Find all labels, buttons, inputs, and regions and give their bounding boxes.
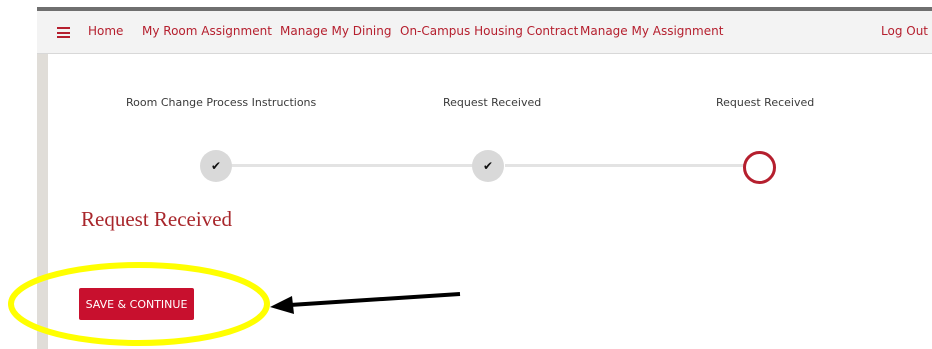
- page-title: Request Received: [81, 207, 233, 231]
- nav-manage-my-assignment[interactable]: Manage My Assignment: [580, 24, 723, 38]
- step-connector-2: [505, 164, 745, 167]
- nav-home[interactable]: Home: [88, 24, 123, 38]
- nav-housing-contract[interactable]: On-Campus Housing Contract: [400, 24, 578, 38]
- save-and-continue-button[interactable]: SAVE & CONTINUE: [79, 288, 194, 320]
- top-nav-bar: Home My Room Assignment Manage My Dining…: [37, 11, 932, 54]
- arrow-shaft: [289, 292, 461, 307]
- step-2-checkmark-icon: ✔: [472, 150, 504, 182]
- nav-my-room-assignment[interactable]: My Room Assignment: [142, 24, 272, 38]
- arrow-head-icon: [270, 296, 294, 314]
- nav-manage-my-dining[interactable]: Manage My Dining: [280, 24, 392, 38]
- step-3-current-circle-icon: [743, 151, 776, 184]
- nav-log-out[interactable]: Log Out: [881, 24, 928, 38]
- step-1-checkmark-icon: ✔: [200, 150, 232, 182]
- step-connector-1: [231, 164, 473, 167]
- step-3-label: Request Received: [716, 96, 815, 109]
- left-side-panel: [37, 54, 48, 349]
- hamburger-menu-icon[interactable]: [57, 27, 70, 38]
- step-1-label: Room Change Process Instructions: [126, 96, 317, 109]
- step-2-label: Request Received: [443, 96, 542, 109]
